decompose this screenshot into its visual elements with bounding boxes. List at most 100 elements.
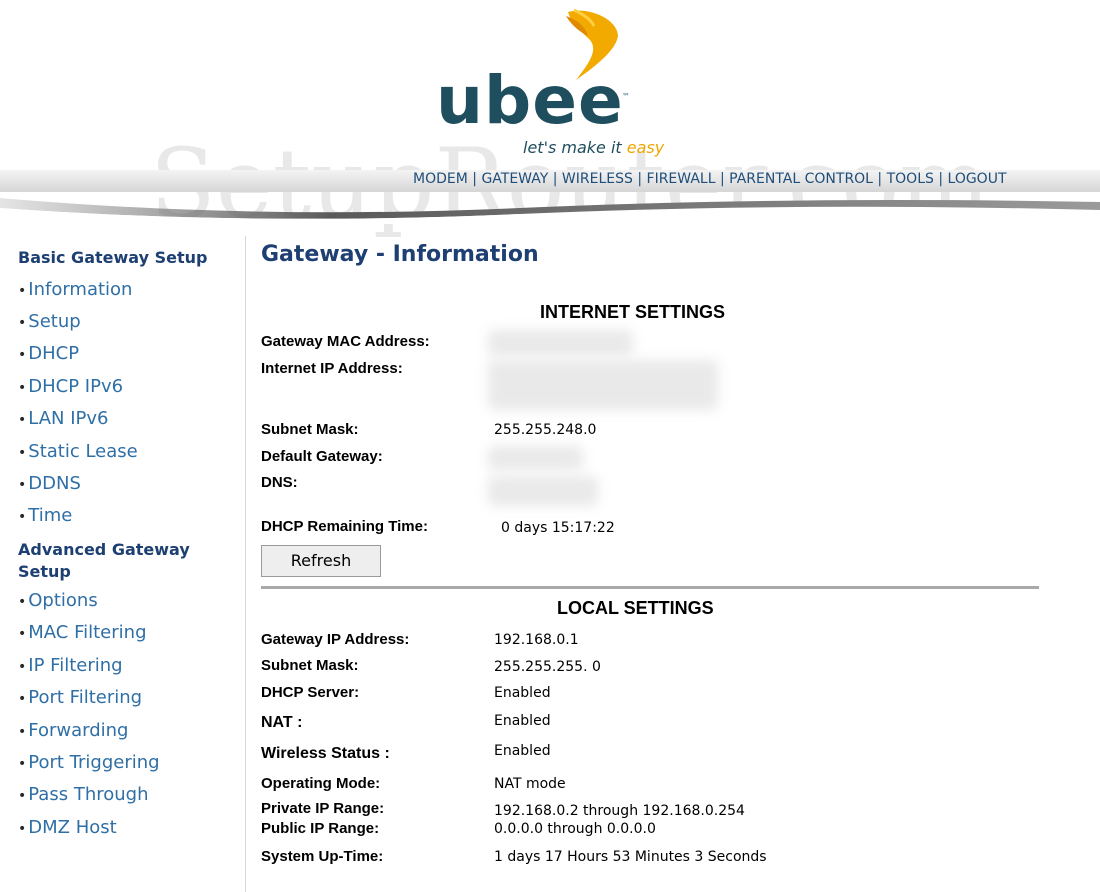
sidebar-item-port-triggering[interactable]: • Port Triggering [18, 751, 160, 776]
dns-label: DNS: [261, 474, 298, 491]
operating-mode-value: NAT mode [494, 776, 566, 792]
refresh-button[interactable]: Refresh [261, 545, 381, 577]
bullet: • [18, 821, 27, 837]
dhcp-server-value: Enabled [494, 685, 551, 701]
nav-separator: | [933, 171, 948, 187]
sidebar-item-port-filtering[interactable]: • Port Filtering [18, 686, 142, 711]
sidebar-item-static-lease[interactable]: • Static Lease [18, 440, 138, 465]
sidebar-section-basic: Basic Gateway Setup [18, 248, 208, 267]
internet-settings-heading: INTERNET SETTINGS [540, 302, 726, 322]
nav-separator: | [632, 171, 647, 187]
sidebar-item-mac-filtering[interactable]: • MAC Filtering [18, 621, 147, 646]
sidebar-item-lan-ipv6[interactable]: • LAN IPv6 [18, 407, 108, 432]
local-subnet-mask-value: 255.255.255. 0 [494, 659, 601, 675]
system-uptime-label: System Up-Time: [261, 848, 384, 865]
sidebar-item-information[interactable]: • Information [18, 278, 132, 303]
sidebar-item-dmz-host[interactable]: • DMZ Host [18, 816, 117, 841]
nav-logout[interactable]: LOGOUT [948, 171, 1007, 187]
nav-tools[interactable]: TOOLS [887, 171, 934, 187]
top-navigation: MODEM | GATEWAY | WIRELESS | FIREWALL | … [413, 171, 1007, 187]
sidebar-item-pass-through[interactable]: • Pass Through [18, 783, 148, 808]
nav-separator: | [872, 171, 887, 187]
bullet: • [18, 788, 27, 804]
sidebar-item-label: MAC Filtering [28, 622, 147, 643]
bullet: • [18, 594, 27, 610]
bullet: • [18, 477, 27, 493]
nav-parental-control[interactable]: PARENTAL CONTROL [729, 171, 873, 187]
gateway-ip-value: 192.168.0.1 [494, 632, 579, 648]
sidebar-item-label: Pass Through [28, 784, 149, 805]
sidebar-item-forwarding[interactable]: • Forwarding [18, 719, 129, 744]
sidebar: Basic Gateway Setup • Information • Setup … [0, 236, 246, 892]
redacted-dns-value [488, 476, 598, 506]
bullet: • [18, 445, 27, 461]
sidebar-item-label: DHCP [28, 343, 80, 364]
sidebar-item-ip-filtering[interactable]: • IP Filtering [18, 654, 123, 679]
sidebar-item-label: Information [28, 279, 133, 300]
sidebar-item-dhcp[interactable]: • DHCP [18, 342, 79, 367]
operating-mode-label: Operating Mode: [261, 775, 381, 792]
dhcp-server-label: DHCP Server: [261, 684, 360, 701]
bullet: • [18, 412, 27, 428]
sidebar-section-advanced: Advanced Gateway [18, 540, 190, 559]
bullet: • [18, 315, 27, 331]
sidebar-item-label: DDNS [28, 473, 81, 494]
nav-separator: | [715, 171, 730, 187]
sidebar-item-setup[interactable]: • Setup [18, 310, 81, 335]
redacted-gateway-value [488, 446, 583, 470]
tagline-accent: easy [626, 138, 665, 157]
sidebar-item-ddns[interactable]: • DDNS [18, 472, 81, 497]
subnet-mask-value: 255.255.248.0 [494, 422, 597, 438]
sidebar-item-label: IP Filtering [28, 655, 123, 676]
bullet: • [18, 626, 27, 642]
sidebar-item-label: LAN IPv6 [28, 408, 109, 429]
sidebar-item-dhcp-ipv6[interactable]: • DHCP IPv6 [18, 375, 123, 400]
public-ip-range-value: 0.0.0.0 through 0.0.0.0 [494, 821, 656, 837]
nav-modem[interactable]: MODEM [413, 171, 468, 187]
nav-separator: | [467, 171, 482, 187]
sidebar-item-time[interactable]: • Time [18, 504, 72, 529]
nav-gateway[interactable]: GATEWAY [481, 171, 548, 187]
redacted-mac-value [488, 330, 633, 356]
private-ip-range-label: Private IP Range: [261, 800, 385, 817]
nat-label: NAT : [261, 714, 303, 731]
bullet: • [18, 380, 27, 396]
local-settings-heading: LOCAL SETTINGS [557, 598, 714, 618]
bullet: • [18, 756, 27, 772]
subnet-mask-label: Subnet Mask: [261, 421, 359, 438]
sidebar-item-label: Time [28, 505, 73, 526]
nav-firewall[interactable]: FIREWALL [647, 171, 716, 187]
sidebar-item-label: Port Triggering [28, 752, 160, 773]
trademark: ™ [622, 92, 630, 101]
gateway-ip-label: Gateway IP Address: [261, 631, 410, 648]
bullet: • [18, 283, 27, 299]
section-divider [261, 586, 1039, 589]
sidebar-item-label: Forwarding [28, 720, 129, 741]
sidebar-item-label: Options [28, 590, 98, 611]
dhcp-remaining-time-label: DHCP Remaining Time: [261, 518, 428, 535]
brand-tagline: let's make it easy [523, 138, 664, 157]
default-gateway-label: Default Gateway: [261, 448, 383, 465]
sidebar-item-label: Port Filtering [28, 687, 143, 708]
nav-wireless[interactable]: WIRELESS [562, 171, 633, 187]
local-subnet-mask-label: Subnet Mask: [261, 657, 359, 674]
nav-separator: | [548, 171, 562, 187]
wireless-status-label: Wireless Status : [261, 745, 390, 762]
sidebar-item-options[interactable]: • Options [18, 589, 98, 614]
page-title: Gateway - Information [261, 242, 539, 267]
bullet: • [18, 659, 27, 675]
brand-logo: ubee [436, 62, 624, 139]
wireless-status-value: Enabled [494, 743, 551, 759]
system-uptime-value: 1 days 17 Hours 53 Minutes 3 Seconds [494, 849, 767, 865]
redacted-ip-value [488, 360, 718, 410]
bullet: • [18, 509, 27, 525]
internet-ip-label: Internet IP Address: [261, 360, 403, 377]
bullet: • [18, 724, 27, 740]
bullet: • [18, 691, 27, 707]
sidebar-section-advanced-cont: Setup [18, 562, 71, 581]
public-ip-range-label: Public IP Range: [261, 820, 380, 837]
sidebar-item-label: DMZ Host [28, 817, 117, 838]
sidebar-item-label: Static Lease [28, 441, 138, 462]
sidebar-item-label: Setup [28, 311, 81, 332]
tagline-text: let's make it [523, 138, 627, 157]
